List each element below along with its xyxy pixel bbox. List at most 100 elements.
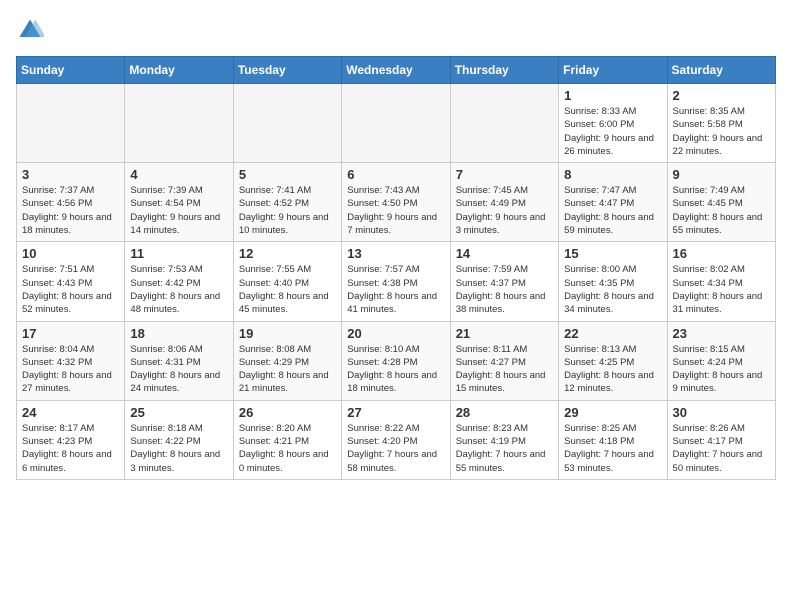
day-number-6: 6 bbox=[347, 167, 444, 182]
day-number-2: 2 bbox=[673, 88, 770, 103]
day-number-11: 11 bbox=[130, 246, 227, 261]
calendar-cell-3-3: 20Sunrise: 8:10 AMSunset: 4:28 PMDayligh… bbox=[342, 321, 450, 400]
day-info-25: Sunrise: 8:18 AMSunset: 4:22 PMDaylight:… bbox=[130, 422, 227, 475]
day-number-24: 24 bbox=[22, 405, 119, 420]
day-number-10: 10 bbox=[22, 246, 119, 261]
calendar-cell-2-1: 11 Sunrise: 7:53 AMSunset: 4:42 PMDayligh… bbox=[125, 242, 233, 321]
calendar-table: SundayMondayTuesdayWednesdayThursdayFrid… bbox=[16, 56, 776, 480]
calendar-cell-4-6: 30 Sunrise: 8:26 AMSunset: 4:17 PMDayligh… bbox=[667, 400, 775, 479]
day-number-13: 13 bbox=[347, 246, 444, 261]
calendar-cell-2-0: 10 Sunrise: 7:51 AMSunset: 4:43 PMDayligh… bbox=[17, 242, 125, 321]
day-number-28: 28 bbox=[456, 405, 553, 420]
day-info-7: Sunrise: 7:45 AMSunset: 4:49 PMDaylight:… bbox=[456, 184, 553, 237]
header-tuesday: Tuesday bbox=[233, 57, 341, 84]
day-info-8: Sunrise: 7:47 AMSunset: 4:47 PMDaylight:… bbox=[564, 184, 661, 237]
day-number-4: 4 bbox=[130, 167, 227, 182]
day-number-14: 14 bbox=[456, 246, 553, 261]
calendar-cell-0-6: 2 Sunrise: 8:35 AMSunset: 5:58 PMDaylight… bbox=[667, 84, 775, 163]
calendar-cell-2-4: 14 Sunrise: 7:59 AMSunset: 4:37 PMDayligh… bbox=[450, 242, 558, 321]
day-number-1: 1 bbox=[564, 88, 661, 103]
day-info-13: Sunrise: 7:57 AMSunset: 4:38 PMDaylight:… bbox=[347, 263, 444, 316]
calendar-cell-1-3: 6Sunrise: 7:43 AMSunset: 4:50 PMDaylight… bbox=[342, 163, 450, 242]
calendar-cell-4-1: 25 Sunrise: 8:18 AMSunset: 4:22 PMDayligh… bbox=[125, 400, 233, 479]
calendar-cell-2-6: 16 Sunrise: 8:02 AMSunset: 4:34 PMDayligh… bbox=[667, 242, 775, 321]
day-info-9: Sunrise: 7:49 AMSunset: 4:45 PMDaylight:… bbox=[673, 184, 770, 237]
day-info-23: Sunrise: 8:15 AMSunset: 4:24 PMDaylight:… bbox=[673, 343, 770, 396]
day-number-27: 27 bbox=[347, 405, 444, 420]
calendar-cell-0-3 bbox=[342, 84, 450, 163]
calendar-cell-3-1: 18 Sunrise: 8:06 AMSunset: 4:31 PMDayligh… bbox=[125, 321, 233, 400]
header bbox=[16, 16, 776, 44]
day-info-2: Sunrise: 8:35 AMSunset: 5:58 PMDaylight:… bbox=[673, 105, 770, 158]
day-info-24: Sunrise: 8:17 AMSunset: 4:23 PMDaylight:… bbox=[22, 422, 119, 475]
day-info-30: Sunrise: 8:26 AMSunset: 4:17 PMDaylight:… bbox=[673, 422, 770, 475]
calendar-cell-4-5: 29Sunrise: 8:25 AMSunset: 4:18 PMDayligh… bbox=[559, 400, 667, 479]
logo-icon bbox=[16, 16, 44, 44]
calendar-header-row: SundayMondayTuesdayWednesdayThursdayFrid… bbox=[17, 57, 776, 84]
calendar-cell-0-4 bbox=[450, 84, 558, 163]
day-number-26: 26 bbox=[239, 405, 336, 420]
day-number-7: 7 bbox=[456, 167, 553, 182]
day-number-23: 23 bbox=[673, 326, 770, 341]
calendar-cell-3-4: 21 Sunrise: 8:11 AMSunset: 4:27 PMDayligh… bbox=[450, 321, 558, 400]
day-info-26: Sunrise: 8:20 AMSunset: 4:21 PMDaylight:… bbox=[239, 422, 336, 475]
logo bbox=[16, 16, 48, 44]
calendar-cell-2-3: 13 Sunrise: 7:57 AMSunset: 4:38 PMDayligh… bbox=[342, 242, 450, 321]
day-info-22: Sunrise: 8:13 AMSunset: 4:25 PMDaylight:… bbox=[564, 343, 661, 396]
day-number-30: 30 bbox=[673, 405, 770, 420]
calendar-cell-3-5: 22 Sunrise: 8:13 AMSunset: 4:25 PMDayligh… bbox=[559, 321, 667, 400]
day-info-10: Sunrise: 7:51 AMSunset: 4:43 PMDaylight:… bbox=[22, 263, 119, 316]
week-row-1: 3 Sunrise: 7:37 AMSunset: 4:56 PMDaylight… bbox=[17, 163, 776, 242]
calendar-cell-4-3: 27 Sunrise: 8:22 AMSunset: 4:20 PMDayligh… bbox=[342, 400, 450, 479]
day-number-25: 25 bbox=[130, 405, 227, 420]
calendar-cell-1-0: 3 Sunrise: 7:37 AMSunset: 4:56 PMDaylight… bbox=[17, 163, 125, 242]
week-row-4: 24 Sunrise: 8:17 AMSunset: 4:23 PMDayligh… bbox=[17, 400, 776, 479]
calendar-cell-2-2: 12Sunrise: 7:55 AMSunset: 4:40 PMDayligh… bbox=[233, 242, 341, 321]
day-info-18: Sunrise: 8:06 AMSunset: 4:31 PMDaylight:… bbox=[130, 343, 227, 396]
calendar-cell-4-4: 28 Sunrise: 8:23 AMSunset: 4:19 PMDayligh… bbox=[450, 400, 558, 479]
day-number-15: 15 bbox=[564, 246, 661, 261]
calendar-cell-0-2 bbox=[233, 84, 341, 163]
week-row-2: 10 Sunrise: 7:51 AMSunset: 4:43 PMDayligh… bbox=[17, 242, 776, 321]
day-number-16: 16 bbox=[673, 246, 770, 261]
day-number-18: 18 bbox=[130, 326, 227, 341]
day-number-5: 5 bbox=[239, 167, 336, 182]
calendar-cell-3-0: 17 Sunrise: 8:04 AMSunset: 4:32 PMDayligh… bbox=[17, 321, 125, 400]
day-info-17: Sunrise: 8:04 AMSunset: 4:32 PMDaylight:… bbox=[22, 343, 119, 396]
day-info-11: Sunrise: 7:53 AMSunset: 4:42 PMDaylight:… bbox=[130, 263, 227, 316]
calendar-cell-1-1: 4 Sunrise: 7:39 AMSunset: 4:54 PMDaylight… bbox=[125, 163, 233, 242]
calendar-cell-1-2: 5Sunrise: 7:41 AMSunset: 4:52 PMDaylight… bbox=[233, 163, 341, 242]
calendar-cell-1-4: 7 Sunrise: 7:45 AMSunset: 4:49 PMDaylight… bbox=[450, 163, 558, 242]
day-info-15: Sunrise: 8:00 AMSunset: 4:35 PMDaylight:… bbox=[564, 263, 661, 316]
calendar-cell-4-2: 26 Sunrise: 8:20 AMSunset: 4:21 PMDayligh… bbox=[233, 400, 341, 479]
day-number-17: 17 bbox=[22, 326, 119, 341]
day-number-29: 29 bbox=[564, 405, 661, 420]
day-info-16: Sunrise: 8:02 AMSunset: 4:34 PMDaylight:… bbox=[673, 263, 770, 316]
calendar-cell-3-2: 19Sunrise: 8:08 AMSunset: 4:29 PMDayligh… bbox=[233, 321, 341, 400]
day-number-3: 3 bbox=[22, 167, 119, 182]
day-info-28: Sunrise: 8:23 AMSunset: 4:19 PMDaylight:… bbox=[456, 422, 553, 475]
calendar-body: 1Sunrise: 8:33 AMSunset: 6:00 PMDaylight… bbox=[17, 84, 776, 480]
day-info-21: Sunrise: 8:11 AMSunset: 4:27 PMDaylight:… bbox=[456, 343, 553, 396]
header-friday: Friday bbox=[559, 57, 667, 84]
header-monday: Monday bbox=[125, 57, 233, 84]
header-wednesday: Wednesday bbox=[342, 57, 450, 84]
week-row-3: 17 Sunrise: 8:04 AMSunset: 4:32 PMDayligh… bbox=[17, 321, 776, 400]
week-row-0: 1Sunrise: 8:33 AMSunset: 6:00 PMDaylight… bbox=[17, 84, 776, 163]
header-saturday: Saturday bbox=[667, 57, 775, 84]
day-number-9: 9 bbox=[673, 167, 770, 182]
day-number-12: 12 bbox=[239, 246, 336, 261]
day-number-21: 21 bbox=[456, 326, 553, 341]
calendar-cell-0-1 bbox=[125, 84, 233, 163]
day-info-4: Sunrise: 7:39 AMSunset: 4:54 PMDaylight:… bbox=[130, 184, 227, 237]
calendar-cell-2-5: 15 Sunrise: 8:00 AMSunset: 4:35 PMDayligh… bbox=[559, 242, 667, 321]
calendar-cell-0-5: 1Sunrise: 8:33 AMSunset: 6:00 PMDaylight… bbox=[559, 84, 667, 163]
day-info-27: Sunrise: 8:22 AMSunset: 4:20 PMDaylight:… bbox=[347, 422, 444, 475]
day-info-20: Sunrise: 8:10 AMSunset: 4:28 PMDaylight:… bbox=[347, 343, 444, 396]
day-number-19: 19 bbox=[239, 326, 336, 341]
day-info-3: Sunrise: 7:37 AMSunset: 4:56 PMDaylight:… bbox=[22, 184, 119, 237]
day-number-22: 22 bbox=[564, 326, 661, 341]
day-info-14: Sunrise: 7:59 AMSunset: 4:37 PMDaylight:… bbox=[456, 263, 553, 316]
calendar-cell-3-6: 23 Sunrise: 8:15 AMSunset: 4:24 PMDayligh… bbox=[667, 321, 775, 400]
header-thursday: Thursday bbox=[450, 57, 558, 84]
